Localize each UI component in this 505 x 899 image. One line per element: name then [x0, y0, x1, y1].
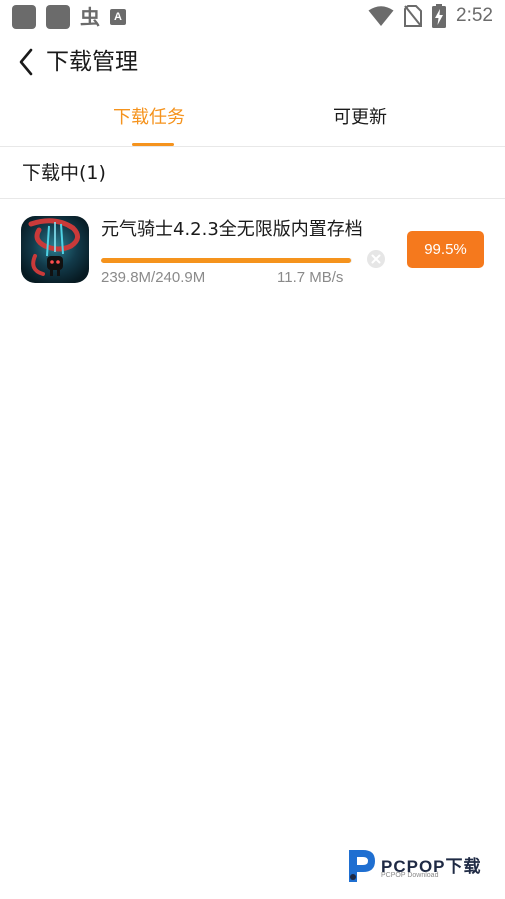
tab-download-tasks[interactable]: 下载任务 [113, 104, 185, 132]
watermark-subtext: PCPOP Download [381, 872, 439, 879]
cancel-download-icon[interactable] [366, 249, 386, 269]
section-title: 下载中(1) [22, 162, 106, 184]
battery-charging-icon [432, 4, 447, 28]
status-bar-notifications: 虫 A [12, 5, 126, 29]
status-bar: 虫 A 2:52 [0, 0, 505, 36]
tab-bar: 下载任务 可更新 [0, 96, 505, 147]
download-progress-fill [101, 258, 351, 263]
active-tab-indicator [132, 143, 174, 146]
pcpop-logo-icon [349, 850, 375, 882]
no-sim-icon [404, 5, 423, 27]
section-header: 下载中(1) [0, 148, 505, 199]
download-size: 239.8M/240.9M [101, 269, 206, 286]
download-progress-bar [101, 258, 352, 263]
bug-icon: 虫 [80, 5, 100, 29]
download-percent-button[interactable]: 99.5% [407, 231, 484, 268]
app-square-icon [46, 5, 70, 29]
app-icon [21, 216, 89, 283]
back-arrow-icon[interactable] [14, 46, 42, 78]
app-header: 下载管理 [0, 36, 505, 88]
tab-updatable[interactable]: 可更新 [333, 104, 387, 132]
app-name: 元气骑士4.2.3全无限版内置存档 [101, 219, 363, 240]
wifi-icon [368, 6, 394, 26]
text-icon: A [110, 9, 126, 25]
download-speed: 11.7 MB/s [277, 269, 344, 286]
status-bar-system: 2:52 [368, 4, 493, 28]
status-time: 2:52 [456, 5, 493, 26]
page-title: 下载管理 [46, 49, 138, 75]
download-item[interactable]: 元气骑士4.2.3全无限版内置存档 239.8M/240.9M 11.7 MB/… [0, 200, 505, 300]
watermark-logo: PCPOP下载 PCPOP Download [343, 846, 503, 886]
app-square-icon [12, 5, 36, 29]
